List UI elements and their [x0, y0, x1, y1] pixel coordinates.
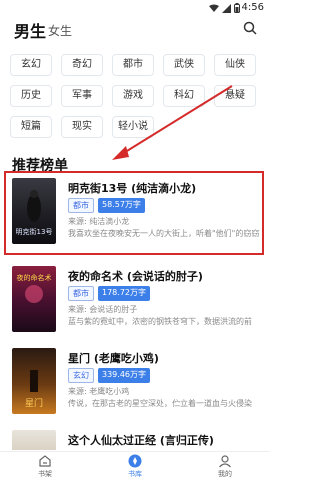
genre-tag: 都市: [68, 286, 94, 301]
genre-tag: 玄幻: [68, 368, 94, 383]
search-icon[interactable]: [242, 20, 258, 36]
cover-art: 星门: [25, 370, 43, 409]
genre-chip[interactable]: 历史: [10, 85, 52, 107]
genre-chip[interactable]: 武侠: [163, 54, 205, 76]
cover-art: 夜的命名术: [17, 273, 52, 303]
book-cover: 明克街13号: [12, 178, 56, 244]
nav-library[interactable]: 书库: [105, 454, 165, 479]
genre-chip[interactable]: 都市: [112, 54, 154, 76]
nav-shelf[interactable]: 书架: [15, 454, 75, 479]
signal-icon: [222, 3, 231, 13]
book-item[interactable]: 夜的命名术 夜的命名术 (会说话的肘子) 都市 178.72万字 来源: 会说话…: [10, 264, 264, 338]
status-icons: [209, 3, 240, 13]
tab-female[interactable]: 女生: [48, 22, 72, 39]
nav-mine-label: 我的: [218, 470, 232, 478]
genre-chip[interactable]: 玄幻: [10, 54, 52, 76]
nav-library-label: 书库: [128, 470, 142, 478]
word-count-tag: 339.46万字: [98, 368, 150, 383]
book-source: 来源: 会说话的肘子: [68, 305, 138, 314]
battery-icon: [234, 3, 240, 13]
genre-chip[interactable]: 短篇: [10, 116, 52, 138]
book-cover: [12, 430, 56, 450]
book-title: 星门 (老鹰吃小鸡): [68, 352, 159, 365]
word-count-tag: 58.57万字: [98, 198, 145, 213]
genre-chip[interactable]: 科幻: [163, 85, 205, 107]
user-icon: [219, 455, 231, 468]
status-time: 4:56: [241, 2, 264, 13]
book-item[interactable]: 这个人仙太过正经 (言归正传): [10, 428, 264, 450]
svg-text:星门: 星门: [25, 397, 43, 409]
nav-shelf-label: 书架: [38, 470, 52, 478]
book-cover: 夜的命名术: [12, 266, 56, 332]
tab-male[interactable]: 男生: [14, 18, 46, 42]
app-header: 男生 女生: [0, 16, 270, 44]
bottom-nav: 书架 书库 我的: [0, 451, 270, 481]
genre-grid: 玄幻 奇幻 都市 武侠 仙侠 历史 军事 游戏 科幻 悬疑 短篇 现实 轻小说: [10, 54, 262, 138]
book-title: 夜的命名术 (会说话的肘子): [68, 270, 203, 283]
genre-chip[interactable]: 悬疑: [214, 85, 256, 107]
genre-tag: 都市: [68, 198, 94, 213]
book-tags: 都市 178.72万字: [68, 286, 150, 301]
book-title: 明克街13号 (纯洁滴小龙): [68, 182, 197, 195]
nav-mine[interactable]: 我的: [195, 454, 255, 479]
genre-chip[interactable]: 奇幻: [61, 54, 103, 76]
genre-chip[interactable]: 轻小说: [112, 116, 154, 138]
book-description: 传说，在那古老的星空深处，伫立着一道血与火侵染: [68, 399, 252, 408]
svg-text:夜的命名术: 夜的命名术: [17, 273, 52, 282]
wifi-icon: [209, 4, 219, 12]
book-source: 来源: 纯洁滴小龙: [68, 217, 130, 226]
cover-art: 明克街13号: [16, 190, 53, 236]
genre-chip[interactable]: 仙侠: [214, 54, 256, 76]
genre-chip[interactable]: 游戏: [112, 85, 154, 107]
genre-chip[interactable]: 军事: [61, 85, 103, 107]
book-description: 我喜欢坐在夜晚安无一人的大街上，听着"他们"的窃窃: [68, 229, 260, 238]
bookshelf-icon: [39, 455, 51, 467]
book-description: 蓝与紫的霓虹中，浓密的钢铁苍穹下，数据洪流的前: [68, 317, 252, 326]
book-cover: 星门: [12, 348, 56, 414]
book-source: 来源: 老鹰吃小鸡: [68, 387, 130, 396]
svg-text:明克街13号: 明克街13号: [16, 227, 53, 236]
book-item[interactable]: 明克街13号 明克街13号 (纯洁滴小龙) 都市 58.57万字 来源: 纯洁滴…: [10, 176, 264, 250]
book-item[interactable]: 星门 星门 (老鹰吃小鸡) 玄幻 339.46万字 来源: 老鹰吃小鸡 传说，在…: [10, 346, 264, 420]
book-tags: 玄幻 339.46万字: [68, 368, 150, 383]
book-tags: 都市 58.57万字: [68, 198, 145, 213]
compass-icon: [128, 454, 142, 468]
book-title: 这个人仙太过正经 (言归正传): [68, 434, 214, 447]
word-count-tag: 178.72万字: [98, 286, 150, 301]
genre-chip[interactable]: 现实: [61, 116, 103, 138]
status-bar: 4:56: [0, 0, 270, 16]
